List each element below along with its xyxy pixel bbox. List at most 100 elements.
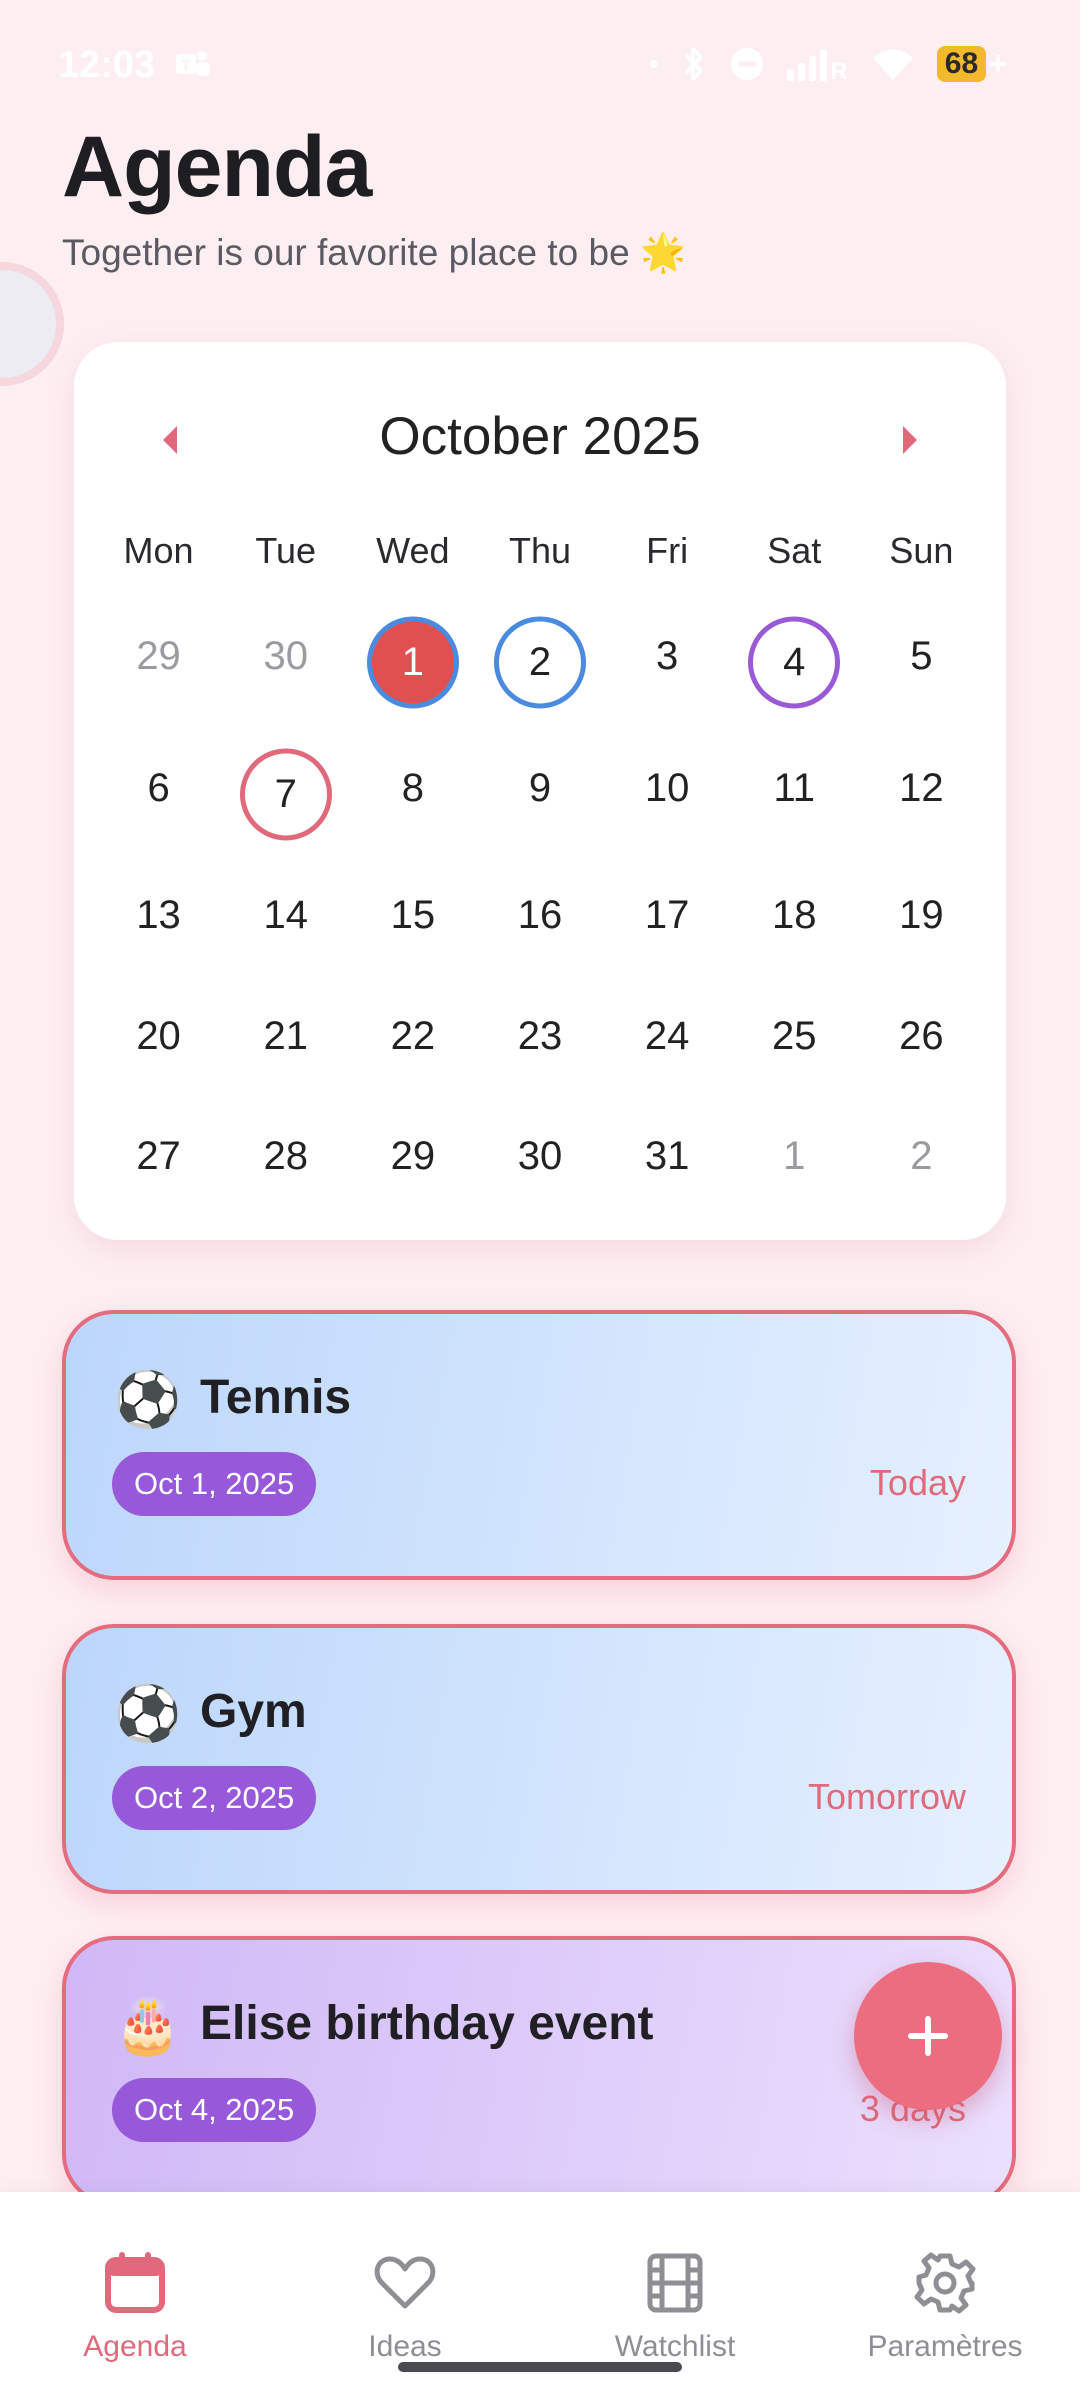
chevron-right-icon <box>903 426 917 454</box>
nav-label-parametres: Paramètres <box>867 2330 1023 2363</box>
svg-text:R: R <box>830 58 847 81</box>
calendar-day[interactable]: 4 <box>731 590 858 722</box>
calendar-day[interactable]: 17 <box>604 854 731 976</box>
day-number: 2 <box>528 639 552 684</box>
calendar-day[interactable]: 29 <box>95 590 222 722</box>
next-month-button[interactable] <box>880 410 940 470</box>
day-number: 3 <box>656 633 679 678</box>
calendar-day[interactable]: 30 <box>222 590 349 722</box>
day-number: 29 <box>136 633 181 678</box>
event-title: Gym <box>200 1685 307 1738</box>
calendar-day[interactable]: 19 <box>858 854 985 976</box>
calendar-icon <box>105 2252 165 2313</box>
day-number: 19 <box>899 892 944 937</box>
calendar-day[interactable]: 8 <box>349 722 476 854</box>
calendar-card: October 2025 Mon Tue Wed Thu Fri Sat Sun 29 30 1… <box>74 342 1006 1240</box>
day-number: 22 <box>390 1013 436 1058</box>
signal-icon: R <box>786 49 847 81</box>
day-number: 15 <box>390 892 436 937</box>
wifi-icon <box>872 49 913 80</box>
calendar-day[interactable]: 10 <box>604 722 731 854</box>
calendar-day[interactable]: 29 <box>349 1096 476 1216</box>
soccer-ball-icon: ⚽ <box>114 1370 182 1430</box>
weekday-label: Mon <box>123 530 194 571</box>
day-number: 27 <box>136 1133 181 1178</box>
day-number: 20 <box>136 1013 181 1058</box>
day-number: 25 <box>772 1013 817 1058</box>
day-number: 4 <box>783 639 806 684</box>
calendar-day[interactable]: 16 <box>476 854 603 976</box>
nav-item-watchlist[interactable]: Watchlist <box>555 2250 795 2364</box>
day-number: 11 <box>773 765 816 810</box>
day-number: 18 <box>772 892 817 937</box>
calendar-day[interactable]: 13 <box>95 854 222 976</box>
calendar-day[interactable]: 30 <box>476 1096 603 1216</box>
calendar-day[interactable]: 21 <box>222 976 349 1096</box>
day-number: 10 <box>644 765 690 810</box>
heart-icon <box>374 2256 436 2309</box>
calendar-day[interactable]: 1 <box>731 1096 858 1216</box>
calendar-day[interactable]: 12 <box>858 722 985 854</box>
day-number: 29 <box>390 1133 436 1178</box>
calendar-day[interactable]: 7 <box>222 722 349 854</box>
event-title: Tennis <box>200 1371 352 1424</box>
soccer-ball-icon: ⚽ <box>114 1684 182 1744</box>
calendar-day[interactable]: 31 <box>604 1096 731 1216</box>
nav-item-agenda[interactable]: Agenda <box>15 2250 255 2364</box>
event-relative-time: Today <box>869 1462 966 1503</box>
event-card-gym[interactable]: ⚽ Gym Oct 2, 2025 Tomorrow <box>62 1624 1016 1894</box>
home-indicator[interactable] <box>398 2362 682 2372</box>
floating-bubble[interactable] <box>0 262 64 386</box>
day-number: 17 <box>644 892 690 937</box>
day-number: 7 <box>274 771 297 816</box>
day-number: 1 <box>783 1133 806 1178</box>
calendar-day[interactable]: 1 <box>349 590 476 722</box>
calendar-day[interactable]: 22 <box>349 976 476 1096</box>
status-time: 12:03 <box>58 44 156 86</box>
nav-label-ideas: Ideas <box>368 2330 442 2363</box>
calendar-day[interactable]: 3 <box>604 590 731 722</box>
status-bar: 12:03 T R 68 + <box>0 40 1080 90</box>
nav-label-agenda: Agenda <box>83 2330 187 2363</box>
day-number: 16 <box>517 892 563 937</box>
day-number: 14 <box>263 892 308 937</box>
calendar-day[interactable]: 11 <box>731 722 858 854</box>
day-number: 8 <box>401 765 424 810</box>
nav-item-ideas[interactable]: Ideas <box>285 2250 525 2364</box>
day-number: 23 <box>517 1013 563 1058</box>
teams-app-icon: T <box>176 51 210 76</box>
event-date-badge: Oct 1, 2025 <box>112 1452 317 1516</box>
weekday-label: Fri <box>646 530 689 571</box>
weekday-label: Sun <box>889 530 954 571</box>
calendar-day[interactable]: 25 <box>731 976 858 1096</box>
calendar-day[interactable]: 2 <box>858 1096 985 1216</box>
event-card-tennis[interactable]: ⚽ Tennis Oct 1, 2025 Today <box>62 1310 1016 1580</box>
calendar-day[interactable]: 18 <box>731 854 858 976</box>
calendar-day[interactable]: 6 <box>95 722 222 854</box>
page-title: Agenda <box>62 119 372 215</box>
calendar-day[interactable]: 9 <box>476 722 603 854</box>
calendar-day[interactable]: 2 <box>476 590 603 722</box>
battery-indicator: 68 + <box>936 45 1008 84</box>
add-event-button[interactable] <box>854 1962 1002 2110</box>
weekday-label: Sat <box>767 530 822 571</box>
day-number: 6 <box>147 765 170 810</box>
calendar-header: October 2025 <box>74 402 1006 472</box>
calendar-day[interactable]: 15 <box>349 854 476 976</box>
calendar-day[interactable]: 20 <box>95 976 222 1096</box>
calendar-day[interactable]: 23 <box>476 976 603 1096</box>
nav-item-parametres[interactable]: Paramètres <box>825 2250 1065 2364</box>
day-number: 1 <box>401 639 424 684</box>
day-number: 2 <box>910 1133 933 1178</box>
calendar-day[interactable]: 28 <box>222 1096 349 1216</box>
day-number: 26 <box>899 1013 944 1058</box>
calendar-day[interactable]: 5 <box>858 590 985 722</box>
calendar-day[interactable]: 26 <box>858 976 985 1096</box>
day-number: 12 <box>899 765 944 810</box>
weekday-label: Thu <box>508 530 572 571</box>
calendar-day[interactable]: 24 <box>604 976 731 1096</box>
calendar-day[interactable]: 14 <box>222 854 349 976</box>
calendar-month-label: October 2025 <box>379 407 701 466</box>
calendar-day[interactable]: 27 <box>95 1096 222 1216</box>
calendar-grid: 29 30 1 2 3 4 5 6 7 8 9 10 11 12 13 14 15 16 17 18 19 20 21 22 2… <box>95 590 985 1216</box>
